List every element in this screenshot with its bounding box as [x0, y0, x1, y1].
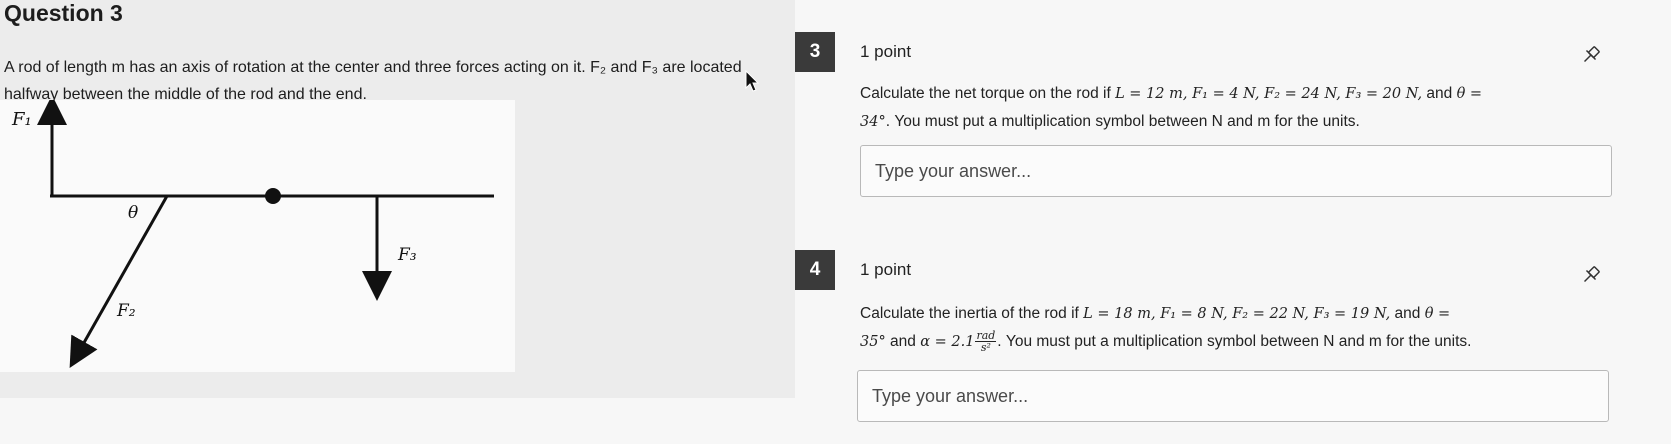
force-f2-arrow [69, 195, 169, 369]
question-math-fraction: rad s² [975, 330, 997, 355]
question-math-values: L = 12 m, F₁ = 4 N, F₂ = 24 N, F₃ = 20 N… [1115, 86, 1423, 102]
question-text-line1-prefix: Calculate the inertia of the rod if [860, 305, 1079, 322]
question-text-and: and [890, 333, 916, 350]
question-math-alpha: α = 2.1 [920, 334, 975, 350]
question-text-line1-prefix: Calculate the net torque on the rod if [860, 85, 1111, 102]
label-theta: θ [128, 203, 138, 223]
question-math-angle: 34° [860, 114, 886, 130]
question-title: Question 3 [4, 0, 123, 26]
answer-input-q3[interactable] [860, 145, 1612, 197]
question-math-theta: θ = [1424, 306, 1451, 322]
pin-icon[interactable] [1580, 44, 1602, 66]
question-text-and: and [1394, 305, 1421, 322]
question-text-instruction: . You must put a multiplication symbol b… [997, 333, 1472, 350]
question-text: Calculate the net torque on the rod if L… [860, 80, 1660, 136]
mouse-cursor-icon [745, 70, 760, 92]
question-points: 1 point [860, 42, 912, 61]
question-text: Calculate the inertia of the rod if L = … [860, 300, 1660, 356]
rotation-axis [265, 188, 281, 204]
label-f1: F₁ [11, 109, 32, 130]
question-text-instruction: . You must put a multiplication symbol b… [885, 113, 1360, 130]
pin-icon[interactable] [1580, 264, 1602, 286]
answer-input-q4[interactable] [857, 370, 1609, 422]
question-math-values: L = 18 m, F₁ = 8 N, F₂ = 22 N, F₃ = 19 N… [1083, 306, 1391, 322]
rod-diagram: F₁ θ F₃ F₂ [0, 95, 515, 372]
question-text-and: and [1426, 85, 1453, 102]
label-f3: F₃ [397, 245, 417, 265]
question-math-angle: 35° [860, 334, 886, 350]
label-f2: F₂ [116, 301, 136, 321]
question-math-theta: θ = [1456, 86, 1483, 102]
question-number-badge: 3 [795, 32, 835, 72]
questions-panel: 3 1 point Calculate the net torque on th… [795, 0, 1671, 444]
question-number-badge: 4 [795, 250, 835, 290]
question-3-image-panel: Question 3 A rod of length m has an axis… [0, 0, 795, 398]
question-points: 1 point [860, 260, 912, 279]
fraction-denominator: s² [980, 341, 991, 355]
